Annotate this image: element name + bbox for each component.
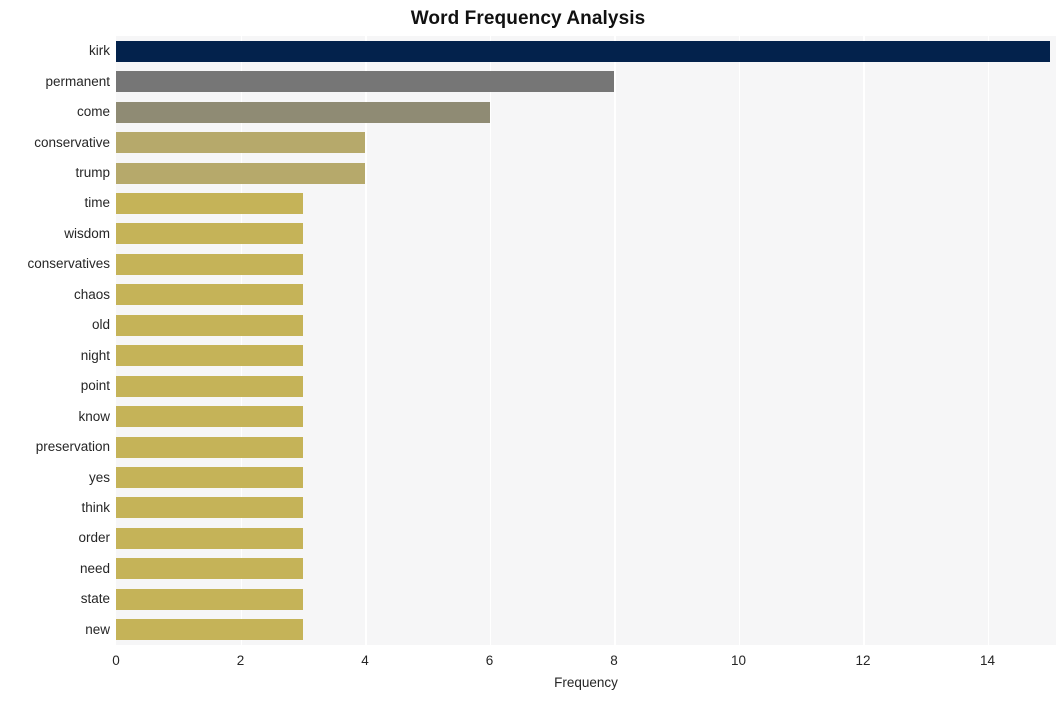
y-tick-label: conservative xyxy=(34,134,110,150)
x-tick-label: 8 xyxy=(610,653,618,668)
y-tick-label: old xyxy=(91,317,110,333)
bar[interactable] xyxy=(116,436,303,458)
y-tick-label: know xyxy=(78,408,110,424)
y-tick-label: state xyxy=(80,591,110,607)
x-tick-label: 14 xyxy=(980,653,996,668)
bar[interactable] xyxy=(116,314,303,336)
bar[interactable] xyxy=(116,406,303,428)
y-tick-label: need xyxy=(79,560,110,576)
bar[interactable] xyxy=(116,345,303,367)
bar[interactable] xyxy=(116,223,303,245)
bar[interactable] xyxy=(116,71,614,93)
bar[interactable] xyxy=(116,588,303,610)
x-tick-label: 2 xyxy=(236,653,245,668)
x-tick-label: 4 xyxy=(361,653,369,668)
bar[interactable] xyxy=(116,101,490,123)
y-tick-label: yes xyxy=(88,469,110,485)
plot-area xyxy=(116,36,1056,645)
y-tick-label: come xyxy=(76,104,110,120)
bar[interactable] xyxy=(116,527,303,549)
x-tick-label: 12 xyxy=(855,653,871,668)
x-tick-label: 10 xyxy=(731,653,747,668)
bar[interactable] xyxy=(116,284,303,306)
y-tick-label: wisdom xyxy=(64,225,110,241)
y-tick-label: think xyxy=(81,499,110,515)
y-tick-label: chaos xyxy=(73,286,110,302)
word-frequency-chart: Word Frequency Analysis kirk permanent com… xyxy=(0,0,1056,701)
bar[interactable] xyxy=(116,619,303,641)
bar[interactable] xyxy=(116,497,303,519)
bars-layer xyxy=(116,36,1056,645)
x-axis-title: Frequency xyxy=(554,675,618,690)
y-tick-label: time xyxy=(84,195,110,211)
bar[interactable] xyxy=(116,467,303,489)
bar[interactable] xyxy=(116,375,303,397)
y-tick-label: order xyxy=(78,530,110,546)
y-tick-label: trump xyxy=(75,165,110,181)
bar[interactable] xyxy=(116,132,365,154)
y-tick-label: night xyxy=(80,347,110,363)
bar[interactable] xyxy=(116,192,303,214)
bar[interactable] xyxy=(116,40,1050,62)
y-tick-label: kirk xyxy=(89,43,110,59)
x-axis-labels: 0 2 4 6 8 10 12 14 xyxy=(0,645,1056,675)
y-tick-label: point xyxy=(80,378,110,394)
x-tick-label: 0 xyxy=(112,653,120,668)
y-tick-label: preservation xyxy=(35,439,110,455)
y-axis-labels: kirk permanent come conservative trump time wi… xyxy=(0,36,110,645)
y-tick-label: conservatives xyxy=(27,256,110,272)
bar[interactable] xyxy=(116,558,303,580)
chart-title: Word Frequency Analysis xyxy=(410,8,646,29)
bar[interactable] xyxy=(116,162,365,184)
bar[interactable] xyxy=(116,253,303,275)
y-tick-label: permanent xyxy=(45,73,110,89)
y-tick-label: new xyxy=(85,621,110,637)
x-tick-label: 6 xyxy=(485,653,494,668)
